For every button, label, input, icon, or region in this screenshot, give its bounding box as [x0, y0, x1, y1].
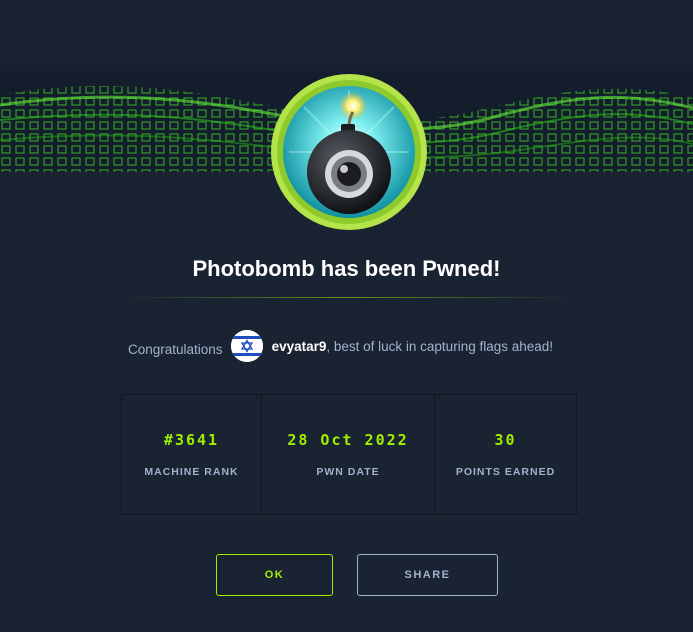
stat-value: #3641 — [163, 431, 220, 449]
stat-label: MACHINE RANK — [144, 466, 239, 478]
machine-badge — [269, 72, 429, 232]
congrats-message: Congratulations evyatar9 , best of luck … — [128, 330, 588, 362]
stat-label: POINTS EARNED — [455, 466, 556, 478]
stat-value: 28 Oct 2022 — [287, 431, 409, 449]
user-avatar[interactable] — [230, 330, 263, 362]
stat-points-earned: 30 POINTS EARNED — [435, 395, 576, 514]
page-title: Photobomb has been Pwned! — [192, 256, 501, 281]
ok-button[interactable]: OK — [216, 554, 333, 596]
israel-flag-icon — [230, 330, 263, 362]
stat-label: PWN DATE — [316, 466, 380, 478]
title-divider — [122, 297, 573, 298]
stat-machine-rank: #3641 MACHINE RANK — [122, 395, 262, 514]
stat-value: 30 — [494, 431, 517, 449]
congrats-lead: Congratulations — [128, 341, 223, 357]
bomb-camera-icon — [271, 74, 427, 230]
stat-pwn-date: 28 Oct 2022 PWN DATE — [262, 395, 435, 514]
username-link[interactable]: evyatar9 — [272, 339, 327, 354]
congrats-tail: , best of luck in capturing flags ahead! — [326, 338, 554, 354]
stats-panel: #3641 MACHINE RANK 28 Oct 2022 PWN DATE … — [121, 394, 577, 515]
share-button[interactable]: SHARE — [357, 554, 498, 596]
banner-top-fade — [0, 0, 693, 80]
